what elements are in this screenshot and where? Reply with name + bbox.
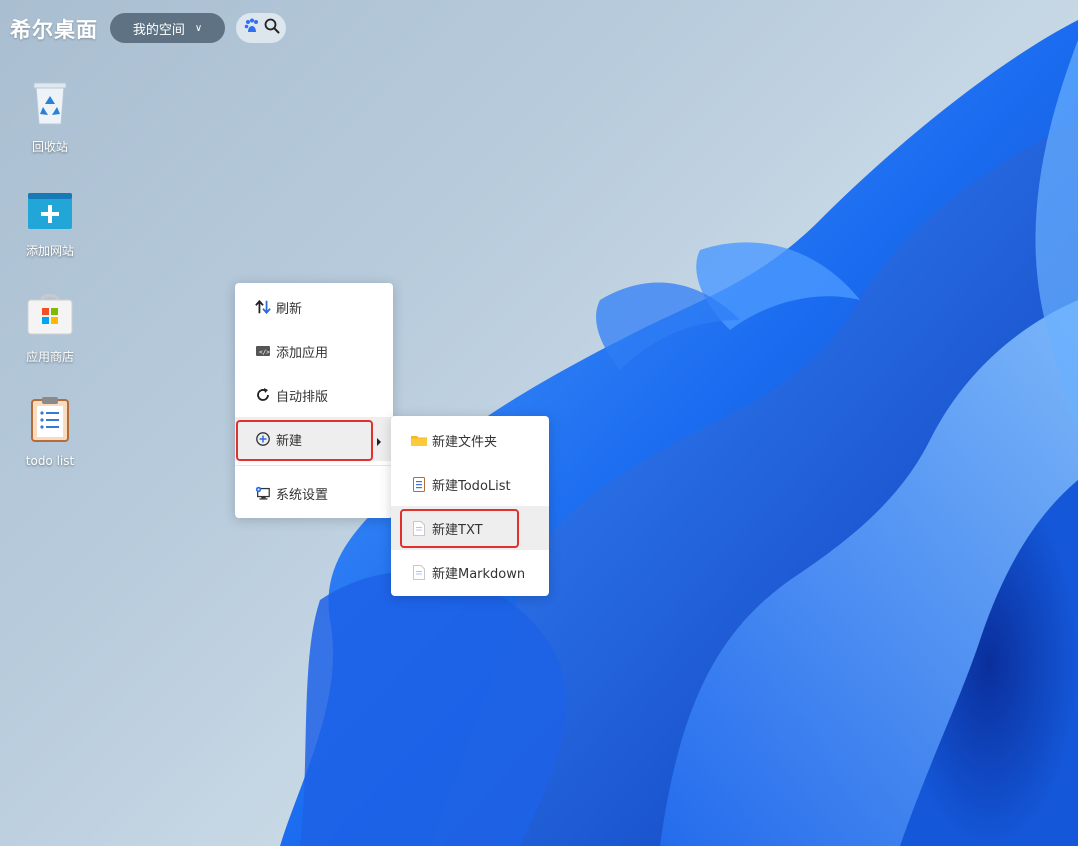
todo-list-icon <box>30 396 70 446</box>
txt-file-icon <box>411 520 427 536</box>
chevron-down-icon: ∨ <box>194 22 203 34</box>
todolist-file-icon <box>411 476 427 492</box>
desktop-icon-app-store[interactable]: 应用商店 <box>10 290 90 365</box>
space-selector-button[interactable]: 我的空间 ∨ <box>110 13 225 43</box>
folder-icon <box>411 432 427 448</box>
desktop-icon-add-website[interactable]: 添加网站 <box>10 192 90 259</box>
menu-item-refresh[interactable]: 刷新 <box>235 285 393 329</box>
menu-item-label: 自动排版 <box>276 389 329 405</box>
submenu-arrow-icon <box>376 435 382 450</box>
desktop-icon-label: todo list <box>25 454 75 468</box>
refresh-arrows-icon <box>255 299 271 315</box>
new-plus-circle-icon <box>255 431 271 447</box>
submenu-item-new-markdown[interactable]: 新建Markdown <box>391 550 549 594</box>
menu-item-label: 系统设置 <box>276 487 329 503</box>
submenu-item-label: 新建TodoList <box>432 478 511 494</box>
desktop-icon-todo-list[interactable]: todo list <box>10 396 90 468</box>
desktop-icon-label: 添加网站 <box>25 244 74 258</box>
submenu-item-label: 新建Markdown <box>432 566 526 582</box>
search-button[interactable] <box>236 13 286 43</box>
recycle-bin-icon <box>28 80 72 130</box>
app-store-icon <box>27 290 73 340</box>
system-settings-icon <box>255 485 271 501</box>
svg-text:</>: </> <box>259 349 270 356</box>
auto-arrange-icon <box>255 387 271 403</box>
submenu-item-new-todolist[interactable]: 新建TodoList <box>391 462 549 506</box>
menu-divider <box>235 465 393 466</box>
submenu-item-new-folder[interactable]: 新建文件夹 <box>391 418 549 462</box>
menu-item-label: 刷新 <box>276 301 303 317</box>
menu-item-new[interactable]: 新建 <box>235 417 393 461</box>
menu-item-label: 新建 <box>276 433 303 449</box>
desktop-icon-label: 回收站 <box>31 140 68 154</box>
submenu-item-new-txt[interactable]: 新建TXT <box>391 506 549 550</box>
submenu-item-label: 新建文件夹 <box>432 434 498 450</box>
desktop-icon-recycle-bin[interactable]: 回收站 <box>10 80 90 155</box>
baidu-paw-icon <box>243 17 261 39</box>
add-app-icon: </> <box>255 343 271 359</box>
menu-item-system-settings[interactable]: 系统设置 <box>235 471 393 515</box>
new-submenu: 新建文件夹 新建TodoList 新建TXT 新建Markdown <box>391 416 549 596</box>
menu-item-auto-arrange[interactable]: 自动排版 <box>235 373 393 417</box>
markdown-file-icon <box>411 564 427 580</box>
search-icon <box>264 18 280 38</box>
desktop-icon-label: 应用商店 <box>25 350 74 364</box>
submenu-item-label: 新建TXT <box>432 522 483 538</box>
menu-item-label: 添加应用 <box>276 345 329 361</box>
space-selector-label: 我的空间 <box>132 22 185 38</box>
add-website-icon <box>27 192 73 234</box>
brand-title: 希尔桌面 <box>10 18 98 42</box>
top-bar: 希尔桌面 我的空间 ∨ <box>0 0 1078 56</box>
desktop-context-menu: 刷新 </> 添加应用 自动排版 新建 系统设置 <box>235 283 393 518</box>
menu-item-add-app[interactable]: </> 添加应用 <box>235 329 393 373</box>
